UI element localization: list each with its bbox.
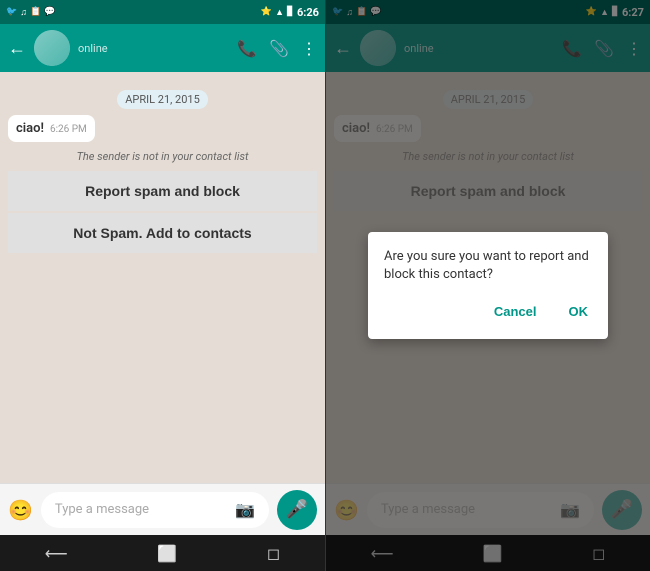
more-icon-1[interactable]: ⋮ [301, 39, 317, 58]
twitter-icon: 🐦 [6, 7, 17, 17]
back-button-1[interactable]: ← [8, 38, 26, 59]
toolbar-info-1: online [78, 42, 229, 55]
music-icon: ♫ [20, 7, 27, 18]
toolbar-1: ← online 📞 📎 ⋮ [0, 24, 325, 72]
message-input-1[interactable]: Type a message 📷 [41, 492, 269, 528]
avatar-1[interactable] [34, 30, 70, 66]
screen-1: 🐦 ♫ 📋 💬 ⭐ ▲ ▊ 6:26 ← online 📞 📎 ⋮ APRIL … [0, 0, 325, 571]
status-time-1: 6:26 [297, 6, 319, 19]
status-bar-right-1: ⭐ ▲ ▊ 6:26 [261, 6, 319, 19]
spam-notice-1: The sender is not in your contact list [8, 150, 317, 163]
camera-button-1[interactable]: 📷 [235, 500, 255, 519]
input-placeholder-1: Type a message [55, 502, 227, 517]
confirm-dialog: Are you sure you want to report and bloc… [368, 232, 608, 339]
dialog-text: Are you sure you want to report and bloc… [384, 248, 592, 284]
input-bar-1: 😊 Type a message 📷 🎤 [0, 483, 325, 535]
message-bubble-1: ciao! 6:26 PM [8, 115, 95, 142]
date-divider-1: APRIL 21, 2015 [8, 88, 317, 107]
message-time-1: 6:26 PM [50, 124, 87, 135]
status-bar-1: 🐦 ♫ 📋 💬 ⭐ ▲ ▊ 6:26 [0, 0, 325, 24]
mic-button-1[interactable]: 🎤 [277, 490, 317, 530]
wifi-icon: ▲ [275, 7, 284, 18]
nav-recent-1[interactable]: ◻ [267, 544, 280, 563]
mic-icon-1: 🎤 [286, 499, 308, 520]
nav-back-1[interactable]: ⟵ [45, 544, 68, 563]
dialog-actions: Cancel OK [384, 300, 592, 323]
emoji-button-1[interactable]: 😊 [8, 498, 33, 522]
toolbar-actions-1: 📞 📎 ⋮ [237, 39, 317, 58]
nav-home-1[interactable]: ⬜ [157, 544, 177, 563]
dialog-ok-button[interactable]: OK [565, 300, 593, 323]
hangouts-icon: 💬 [44, 7, 55, 17]
contact-status-1: online [78, 42, 229, 55]
chat-area-1: APRIL 21, 2015 ciao! 6:26 PM The sender … [0, 72, 325, 483]
not-spam-button-1[interactable]: Not Spam. Add to contacts [8, 213, 317, 253]
bluetooth-icon: ⭐ [261, 7, 272, 17]
status-bar-left-1: 🐦 ♫ 📋 💬 [6, 7, 55, 18]
screen-2: 🐦 ♫ 📋 💬 ⭐ ▲ ▊ 6:27 ← online 📞 📎 ⋮ APRIL … [325, 0, 650, 571]
message-text-1: ciao! [16, 121, 44, 136]
attachment-icon-1[interactable]: 📎 [269, 39, 289, 58]
dialog-overlay: Are you sure you want to report and bloc… [326, 0, 650, 571]
avatar-image-1 [34, 30, 70, 66]
dialog-cancel-button[interactable]: Cancel [490, 300, 541, 323]
nav-bar-1: ⟵ ⬜ ◻ [0, 535, 325, 571]
report-spam-button-1[interactable]: Report spam and block [8, 171, 317, 211]
phone-icon-1[interactable]: 📞 [237, 39, 257, 58]
signal-bars-icon: ▊ [287, 7, 294, 17]
screenshot-icon: 📋 [30, 7, 41, 17]
